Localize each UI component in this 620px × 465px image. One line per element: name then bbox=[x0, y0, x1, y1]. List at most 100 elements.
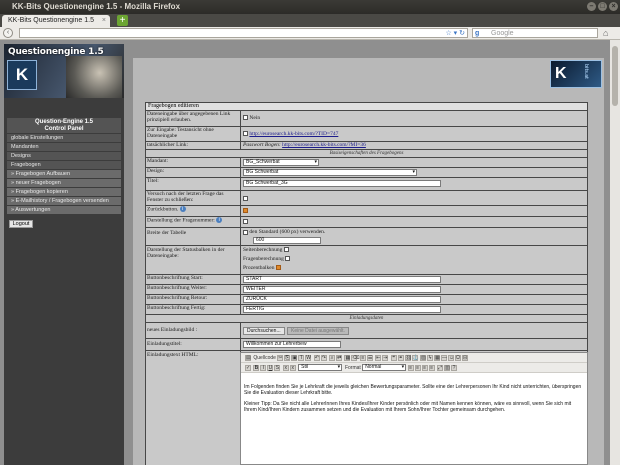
align-center-icon[interactable]: ≡ bbox=[414, 364, 421, 371]
bold-icon[interactable]: B bbox=[253, 364, 260, 371]
align-left-icon[interactable]: ≡ bbox=[407, 364, 414, 371]
image-icon[interactable]: ▨ bbox=[420, 354, 427, 361]
paste-word-icon[interactable]: W bbox=[305, 354, 312, 361]
row-darstellung: Darstellung der Fragenummer: i bbox=[145, 217, 588, 227]
sidebar-item-globale-einstellungen[interactable]: globale Einstellungen bbox=[7, 134, 121, 142]
anchor-icon[interactable]: ⚓ bbox=[411, 354, 419, 361]
html-editor[interactable]: ▤ Quellcode ✂ ⎘ ▣ T W ↶ ↷ ⌕ ⇄ ▦ ⌫ ≡ ☰ ⇤ ⇥ ❝ ⚭ ⛓⚓ ▨ ϟ… bbox=[240, 352, 588, 465]
design-select[interactable]: BG Schwerbat bbox=[243, 169, 417, 176]
checkbox-prozentbalken[interactable] bbox=[275, 265, 281, 271]
page-scrollbar[interactable] bbox=[610, 40, 620, 465]
numbered-list-icon[interactable]: ≡ bbox=[359, 354, 366, 361]
checkbox-seitenberechnung[interactable] bbox=[283, 247, 289, 253]
browse-button[interactable]: Durchsuchen... bbox=[243, 327, 285, 335]
checkbox-darstellung[interactable] bbox=[243, 219, 248, 225]
panel-title: Question-Engine 1.5 bbox=[34, 119, 93, 125]
minimize-icon[interactable]: – bbox=[587, 2, 596, 11]
scrollbar-thumb[interactable] bbox=[612, 46, 618, 106]
cut-icon[interactable]: ✂ bbox=[277, 354, 284, 361]
paste-text-icon[interactable]: T bbox=[298, 354, 305, 361]
info-icon[interactable]: i bbox=[179, 206, 186, 212]
checkbox-ungeprueft[interactable] bbox=[243, 115, 248, 121]
source-icon[interactable]: ▤ bbox=[245, 354, 251, 361]
spellcheck-icon[interactable]: ✓ bbox=[245, 364, 251, 371]
maximize-icon[interactable]: □ bbox=[598, 2, 607, 11]
home-icon[interactable]: ⌂ bbox=[603, 28, 608, 38]
undo-icon[interactable]: ↶ bbox=[313, 354, 320, 361]
sidebar-item-auswertungen[interactable]: » Auswertungen bbox=[7, 206, 121, 214]
checkbox-zur-eingabe[interactable] bbox=[243, 131, 248, 137]
url-input[interactable]: ☆ ▾ ↻ bbox=[19, 28, 468, 38]
style-select[interactable]: Stil bbox=[298, 364, 343, 372]
search-input[interactable]: g Google bbox=[472, 28, 598, 38]
paste-icon[interactable]: ▣ bbox=[291, 354, 298, 361]
align-right-icon[interactable]: ≡ bbox=[421, 364, 428, 371]
checkbox-breite[interactable] bbox=[243, 230, 248, 235]
find-icon[interactable]: ⌕ bbox=[329, 354, 336, 361]
select-all-icon[interactable]: ▦ bbox=[344, 354, 351, 361]
blockquote-icon[interactable]: ❝ bbox=[390, 354, 397, 361]
indent-icon[interactable]: ⇥ bbox=[382, 354, 389, 361]
btn-fertig-input[interactable]: FERTIG bbox=[243, 306, 441, 313]
info-icon[interactable]: i bbox=[216, 217, 223, 223]
redo-icon[interactable]: ↷ bbox=[320, 354, 327, 361]
subscript-icon[interactable]: x bbox=[282, 364, 289, 371]
real-link[interactable]: http://eurosearch.kk-bits.com/?MI=36 bbox=[282, 142, 366, 148]
logout-button[interactable]: Logout bbox=[9, 220, 33, 228]
tab-questionengine[interactable]: KK-Bits Questionengine 1.5 × bbox=[2, 15, 110, 27]
sidebar-item-fragebogen-kopieren[interactable]: » Fragebogen kopieren bbox=[7, 188, 121, 196]
checkbox-zurueck[interactable] bbox=[243, 208, 248, 214]
test-link[interactable]: http://eurosearch.kk-bits.com/?TID=747 bbox=[249, 131, 338, 137]
sidebar-item-neuer-fragebogen[interactable]: » neuer Fragebogen bbox=[7, 179, 121, 187]
btn-weiter-input[interactable]: WEITER bbox=[243, 286, 441, 293]
hr-icon[interactable]: ― bbox=[441, 354, 448, 361]
justify-icon[interactable]: ≡ bbox=[428, 364, 435, 371]
checkbox-versuch[interactable] bbox=[243, 196, 248, 202]
label-zurueck: Zurückbutton. bbox=[147, 206, 179, 213]
unlink-icon[interactable]: ⛓ bbox=[404, 354, 412, 361]
editor-content[interactable]: Im Folgenden finden Sie je Lehrkraft die… bbox=[244, 384, 584, 418]
sidebar-item-designs[interactable]: Designs bbox=[7, 152, 121, 160]
smiley-icon[interactable]: ☺ bbox=[448, 354, 454, 361]
sidebar-item-fragebogen-aufbauen[interactable]: » Fragebogen Aufbauen bbox=[7, 170, 121, 178]
label-titel: Titel: bbox=[146, 178, 240, 190]
titel-input[interactable]: BG Schwerbat_3G bbox=[243, 180, 441, 187]
source-button[interactable]: Quellcode bbox=[253, 355, 276, 361]
flash-icon[interactable]: ϟ bbox=[427, 354, 434, 361]
new-tab-button[interactable]: + bbox=[117, 15, 128, 26]
breite-input[interactable]: 600 bbox=[253, 237, 321, 244]
table-icon[interactable]: ▦ bbox=[434, 354, 441, 361]
reload-icon[interactable]: ☆ ▾ ↻ bbox=[445, 29, 465, 38]
underline-icon[interactable]: U bbox=[267, 364, 274, 371]
copy-icon[interactable]: ⎘ bbox=[284, 354, 291, 361]
link-icon[interactable]: ⚭ bbox=[397, 354, 404, 361]
row-btn-retour: Buttonbeschriftung Retour: ZURÜCK bbox=[145, 295, 588, 304]
mandant-select[interactable]: BG_Schwerbat bbox=[243, 159, 319, 166]
italic-icon[interactable]: I bbox=[260, 364, 267, 371]
superscript-icon[interactable]: x bbox=[289, 364, 296, 371]
tab-bar: KK-Bits Questionengine 1.5 × + bbox=[0, 14, 620, 27]
maximize-icon[interactable]: ⤢ bbox=[436, 364, 443, 371]
checkbox-fragenberechnung[interactable] bbox=[285, 256, 291, 262]
back-icon[interactable]: ‹ bbox=[3, 28, 13, 38]
page-break-icon[interactable]: ⊟ bbox=[462, 354, 469, 361]
row-breite: Breite der Tabelle den Standard (600 px)… bbox=[145, 228, 588, 245]
sidebar-item-mandanten[interactable]: Mandanten bbox=[7, 143, 121, 151]
btn-retour-input[interactable]: ZURÜCK bbox=[243, 296, 441, 303]
editor-toolbar-1: ▤ Quellcode ✂ ⎘ ▣ T W ↶ ↷ ⌕ ⇄ ▦ ⌫ ≡ ☰ ⇤ ⇥ ❝ ⚭ ⛓⚓ ▨ ϟ… bbox=[241, 353, 587, 363]
show-blocks-icon[interactable]: ▥ bbox=[443, 364, 450, 371]
about-icon[interactable]: ? bbox=[450, 364, 457, 371]
btn-start-input[interactable]: START bbox=[243, 276, 441, 283]
replace-icon[interactable]: ⇄ bbox=[336, 354, 343, 361]
sidebar-item-fragebogen[interactable]: Fragebogen bbox=[7, 161, 121, 169]
tab-close-icon[interactable]: × bbox=[102, 15, 106, 27]
strike-icon[interactable]: S bbox=[274, 364, 281, 371]
bullet-list-icon[interactable]: ☰ bbox=[366, 354, 373, 361]
close-icon[interactable]: × bbox=[609, 2, 618, 11]
outdent-icon[interactable]: ⇤ bbox=[375, 354, 382, 361]
special-char-icon[interactable]: Ω bbox=[455, 354, 462, 361]
einladungstitel-input[interactable]: Willkommen zur Lehrerbew bbox=[243, 341, 341, 348]
sidebar-item-emailhistory[interactable]: » E-Mailhistory / Fragebogen versenden bbox=[7, 197, 121, 205]
remove-format-icon[interactable]: ⌫ bbox=[351, 354, 360, 361]
format-select[interactable]: Normal bbox=[362, 364, 407, 372]
